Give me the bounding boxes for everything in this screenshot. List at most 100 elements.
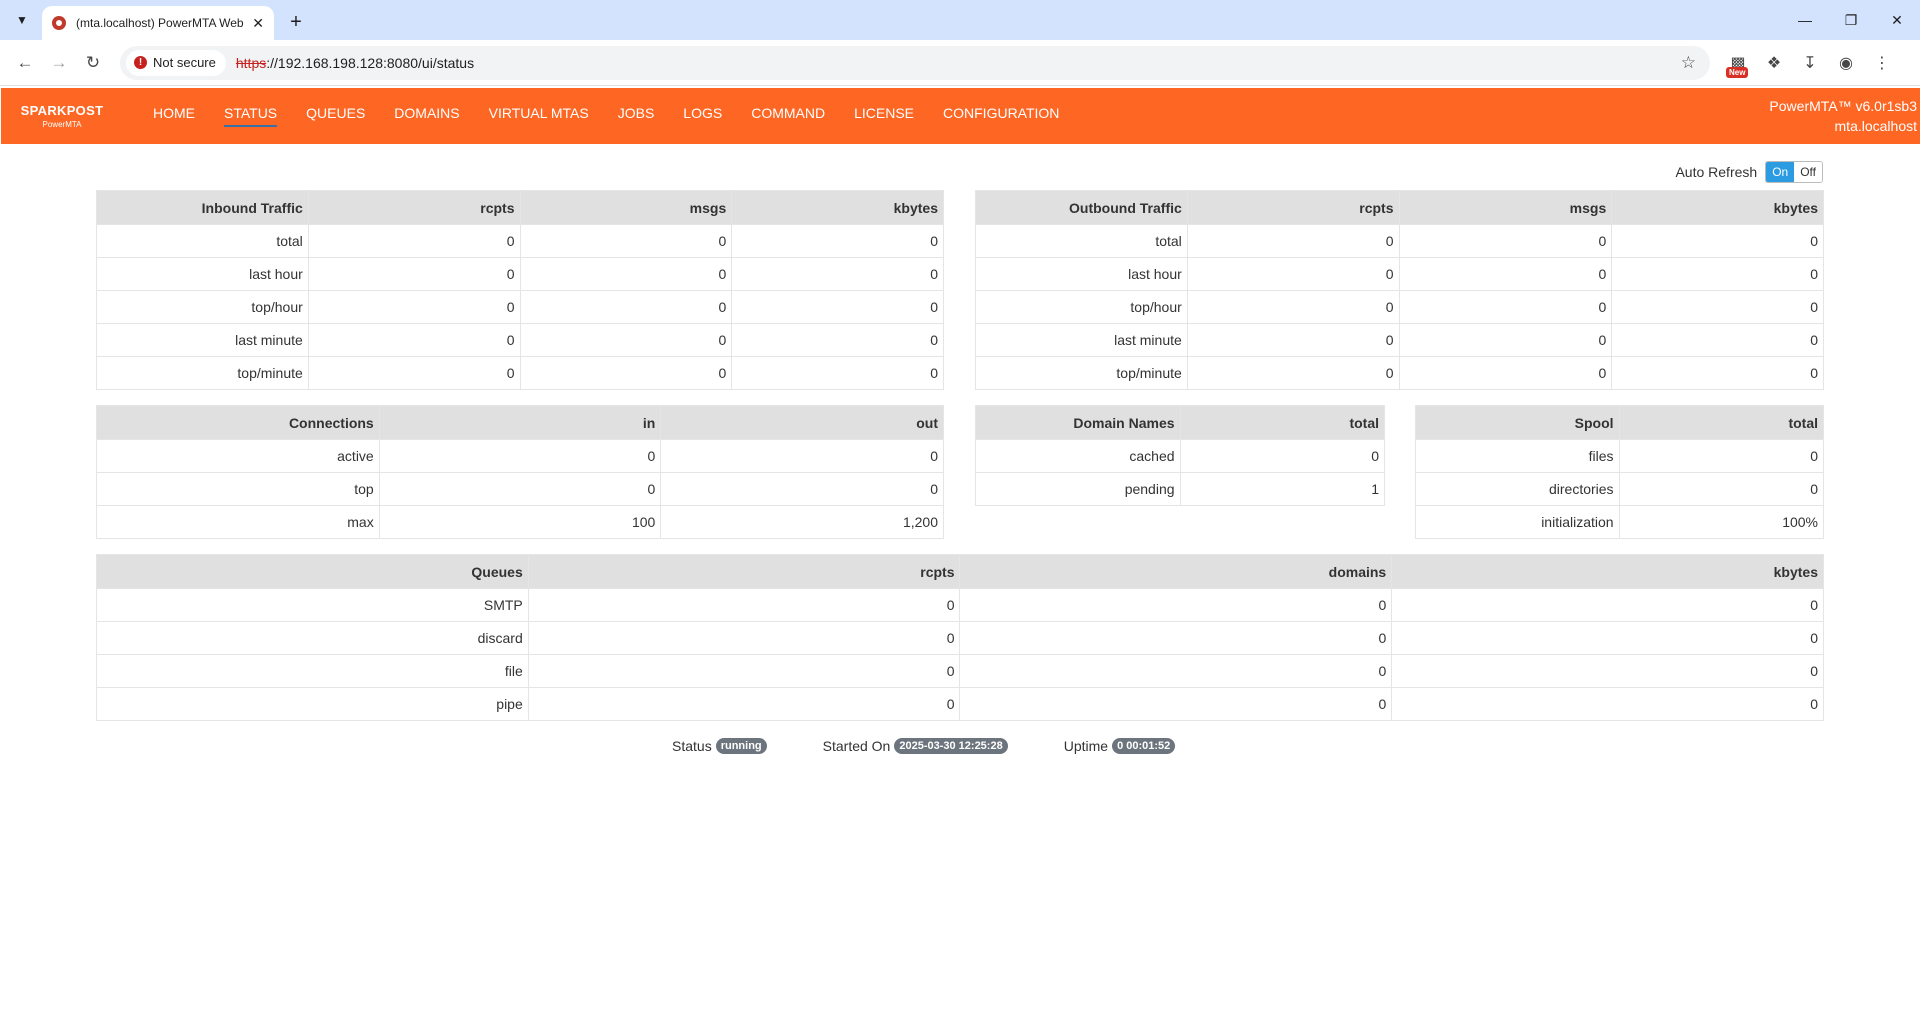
row-label: initialization bbox=[1415, 505, 1620, 539]
back-icon[interactable]: ← bbox=[8, 46, 42, 80]
close-tab-icon[interactable]: ✕ bbox=[252, 15, 264, 32]
close-window-icon[interactable]: ✕ bbox=[1874, 0, 1920, 40]
row-label: SMTP bbox=[96, 588, 529, 622]
row-label: top/minute bbox=[975, 356, 1188, 390]
auto-refresh: Auto Refresh On Off bbox=[1675, 161, 1823, 183]
tab-title: (mta.localhost) PowerMTA Web bbox=[76, 16, 244, 30]
sparkpost-logo[interactable]: SPARKPOST PowerMTA bbox=[1, 103, 123, 129]
table-cell: 0 bbox=[527, 588, 961, 622]
table-row: top 0 0 bbox=[96, 472, 944, 506]
table-row: max 100 1,200 bbox=[96, 505, 944, 539]
browser-menu-icon[interactable]: ⋮ bbox=[1864, 46, 1900, 80]
spool-table: Spool total files 0 directories 0 initializati… bbox=[1415, 405, 1825, 539]
column-header: rcpts bbox=[307, 190, 521, 225]
reload-icon[interactable]: ↻ bbox=[76, 46, 110, 80]
uptime-label: Uptime bbox=[1063, 738, 1109, 754]
minimize-icon[interactable]: — bbox=[1782, 0, 1828, 40]
table-row: pending 1 bbox=[975, 472, 1386, 506]
row-label: last hour bbox=[975, 257, 1188, 291]
table-header-row: Queues rcpts domains kbytes bbox=[96, 554, 1824, 589]
table-row: pipe 0 0 0 bbox=[96, 687, 1824, 721]
table-cell: 0 bbox=[1398, 290, 1613, 324]
nav-home[interactable]: HOME bbox=[153, 105, 195, 127]
table-cell: 0 bbox=[519, 257, 733, 291]
table-row: top/minute 0 0 0 bbox=[975, 356, 1824, 390]
table-header-row: Spool total bbox=[1415, 405, 1825, 440]
table-cell: 0 bbox=[519, 224, 733, 258]
queues-table: Queues rcpts domains kbytes SMTP 0 0 0 discard 0 0… bbox=[96, 554, 1824, 721]
table-cell: 0 bbox=[731, 290, 944, 324]
auto-refresh-on[interactable]: On bbox=[1766, 162, 1795, 182]
row-label: top/minute bbox=[96, 356, 309, 390]
nav-queues[interactable]: QUEUES bbox=[306, 105, 365, 127]
extension-new-icon[interactable]: ▩ New bbox=[1720, 46, 1756, 80]
table-row: last minute 0 0 0 bbox=[96, 323, 944, 357]
download-icon[interactable]: ↧ bbox=[1792, 46, 1828, 80]
column-header: kbytes bbox=[731, 190, 944, 225]
browser-tab[interactable]: (mta.localhost) PowerMTA Web ✕ bbox=[42, 6, 274, 40]
browser-tools: ▩ New ❖ ↧ ◉ ⋮ bbox=[1720, 46, 1900, 80]
site-security-chip[interactable]: ! Not secure bbox=[126, 49, 226, 76]
nav-virtual-mtas[interactable]: VIRTUAL MTAS bbox=[489, 105, 589, 127]
table-cell: 0 bbox=[731, 356, 944, 390]
column-header: total bbox=[1179, 405, 1386, 440]
row-label: pending bbox=[975, 472, 1181, 506]
favicon-icon bbox=[52, 16, 66, 30]
row-label: last minute bbox=[96, 323, 309, 357]
table-cell: 100 bbox=[378, 505, 662, 539]
nav-license[interactable]: LICENSE bbox=[854, 105, 914, 127]
nav-command[interactable]: COMMAND bbox=[751, 105, 825, 127]
started-on-label: Started On bbox=[822, 738, 891, 754]
main-nav: HOME STATUS QUEUES DOMAINS VIRTUAL MTAS … bbox=[153, 105, 1088, 127]
table-header-row: Domain Names total bbox=[975, 405, 1386, 440]
extensions-puzzle-icon[interactable]: ❖ bbox=[1756, 46, 1792, 80]
nav-configuration[interactable]: CONFIGURATION bbox=[943, 105, 1059, 127]
profile-icon[interactable]: ◉ bbox=[1828, 46, 1864, 80]
bookmark-star-icon[interactable]: ☆ bbox=[1681, 53, 1696, 73]
row-label: last hour bbox=[96, 257, 309, 291]
warning-icon: ! bbox=[134, 56, 147, 69]
table-cell: 0 bbox=[1391, 621, 1824, 655]
tab-search-icon[interactable]: ▼ bbox=[8, 6, 36, 34]
restore-icon[interactable]: ❐ bbox=[1828, 0, 1874, 40]
column-header: Spool bbox=[1415, 405, 1620, 440]
nav-status[interactable]: STATUS bbox=[224, 105, 278, 127]
table-row: total 0 0 0 bbox=[96, 224, 944, 258]
nav-logs[interactable]: LOGS bbox=[683, 105, 722, 127]
url-text[interactable]: https://192.168.198.128:8080/ui/status bbox=[236, 55, 474, 71]
status-badge: running bbox=[715, 738, 767, 754]
table-header-row: Outbound Traffic rcpts msgs kbytes bbox=[975, 190, 1824, 225]
table-cell: 0 bbox=[731, 257, 944, 291]
inbound-traffic-table: Inbound Traffic rcpts msgs kbytes total 0 0 0 la… bbox=[96, 190, 944, 390]
column-header: Inbound Traffic bbox=[96, 190, 309, 225]
auto-refresh-toggle[interactable]: On Off bbox=[1765, 161, 1823, 183]
column-header: in bbox=[378, 405, 662, 440]
auto-refresh-off[interactable]: Off bbox=[1794, 162, 1822, 182]
host-label: mta.localhost bbox=[1834, 118, 1917, 134]
started-on-item: Started On 2025-03-30 12:25:28 bbox=[823, 738, 1008, 754]
column-header: msgs bbox=[1398, 190, 1613, 225]
table-cell: 1,200 bbox=[660, 505, 944, 539]
table-cell: 0 bbox=[1179, 439, 1386, 473]
nav-jobs[interactable]: JOBS bbox=[618, 105, 655, 127]
forward-icon[interactable]: → bbox=[42, 46, 76, 80]
row-label: files bbox=[1415, 439, 1620, 473]
column-header: kbytes bbox=[1611, 190, 1824, 225]
row-label: top/hour bbox=[96, 290, 309, 324]
logo-text: SPARKPOST bbox=[20, 103, 104, 118]
table-row: top/hour 0 0 0 bbox=[975, 290, 1824, 324]
table-cell: 0 bbox=[307, 257, 521, 291]
row-label: cached bbox=[975, 439, 1181, 473]
column-header: out bbox=[660, 405, 944, 440]
row-label: pipe bbox=[96, 687, 529, 721]
table-cell: 0 bbox=[1391, 588, 1824, 622]
nav-domains[interactable]: DOMAINS bbox=[394, 105, 459, 127]
table-row: SMTP 0 0 0 bbox=[96, 588, 1824, 622]
column-header: Queues bbox=[96, 554, 529, 589]
table-row: initialization 100% bbox=[1415, 505, 1825, 539]
new-tab-icon[interactable]: + bbox=[282, 8, 310, 36]
address-bar[interactable]: ! Not secure https://192.168.198.128:808… bbox=[120, 45, 1710, 80]
table-cell: 0 bbox=[1611, 323, 1824, 357]
row-label: top bbox=[96, 472, 380, 506]
table-cell: 0 bbox=[1611, 257, 1824, 291]
